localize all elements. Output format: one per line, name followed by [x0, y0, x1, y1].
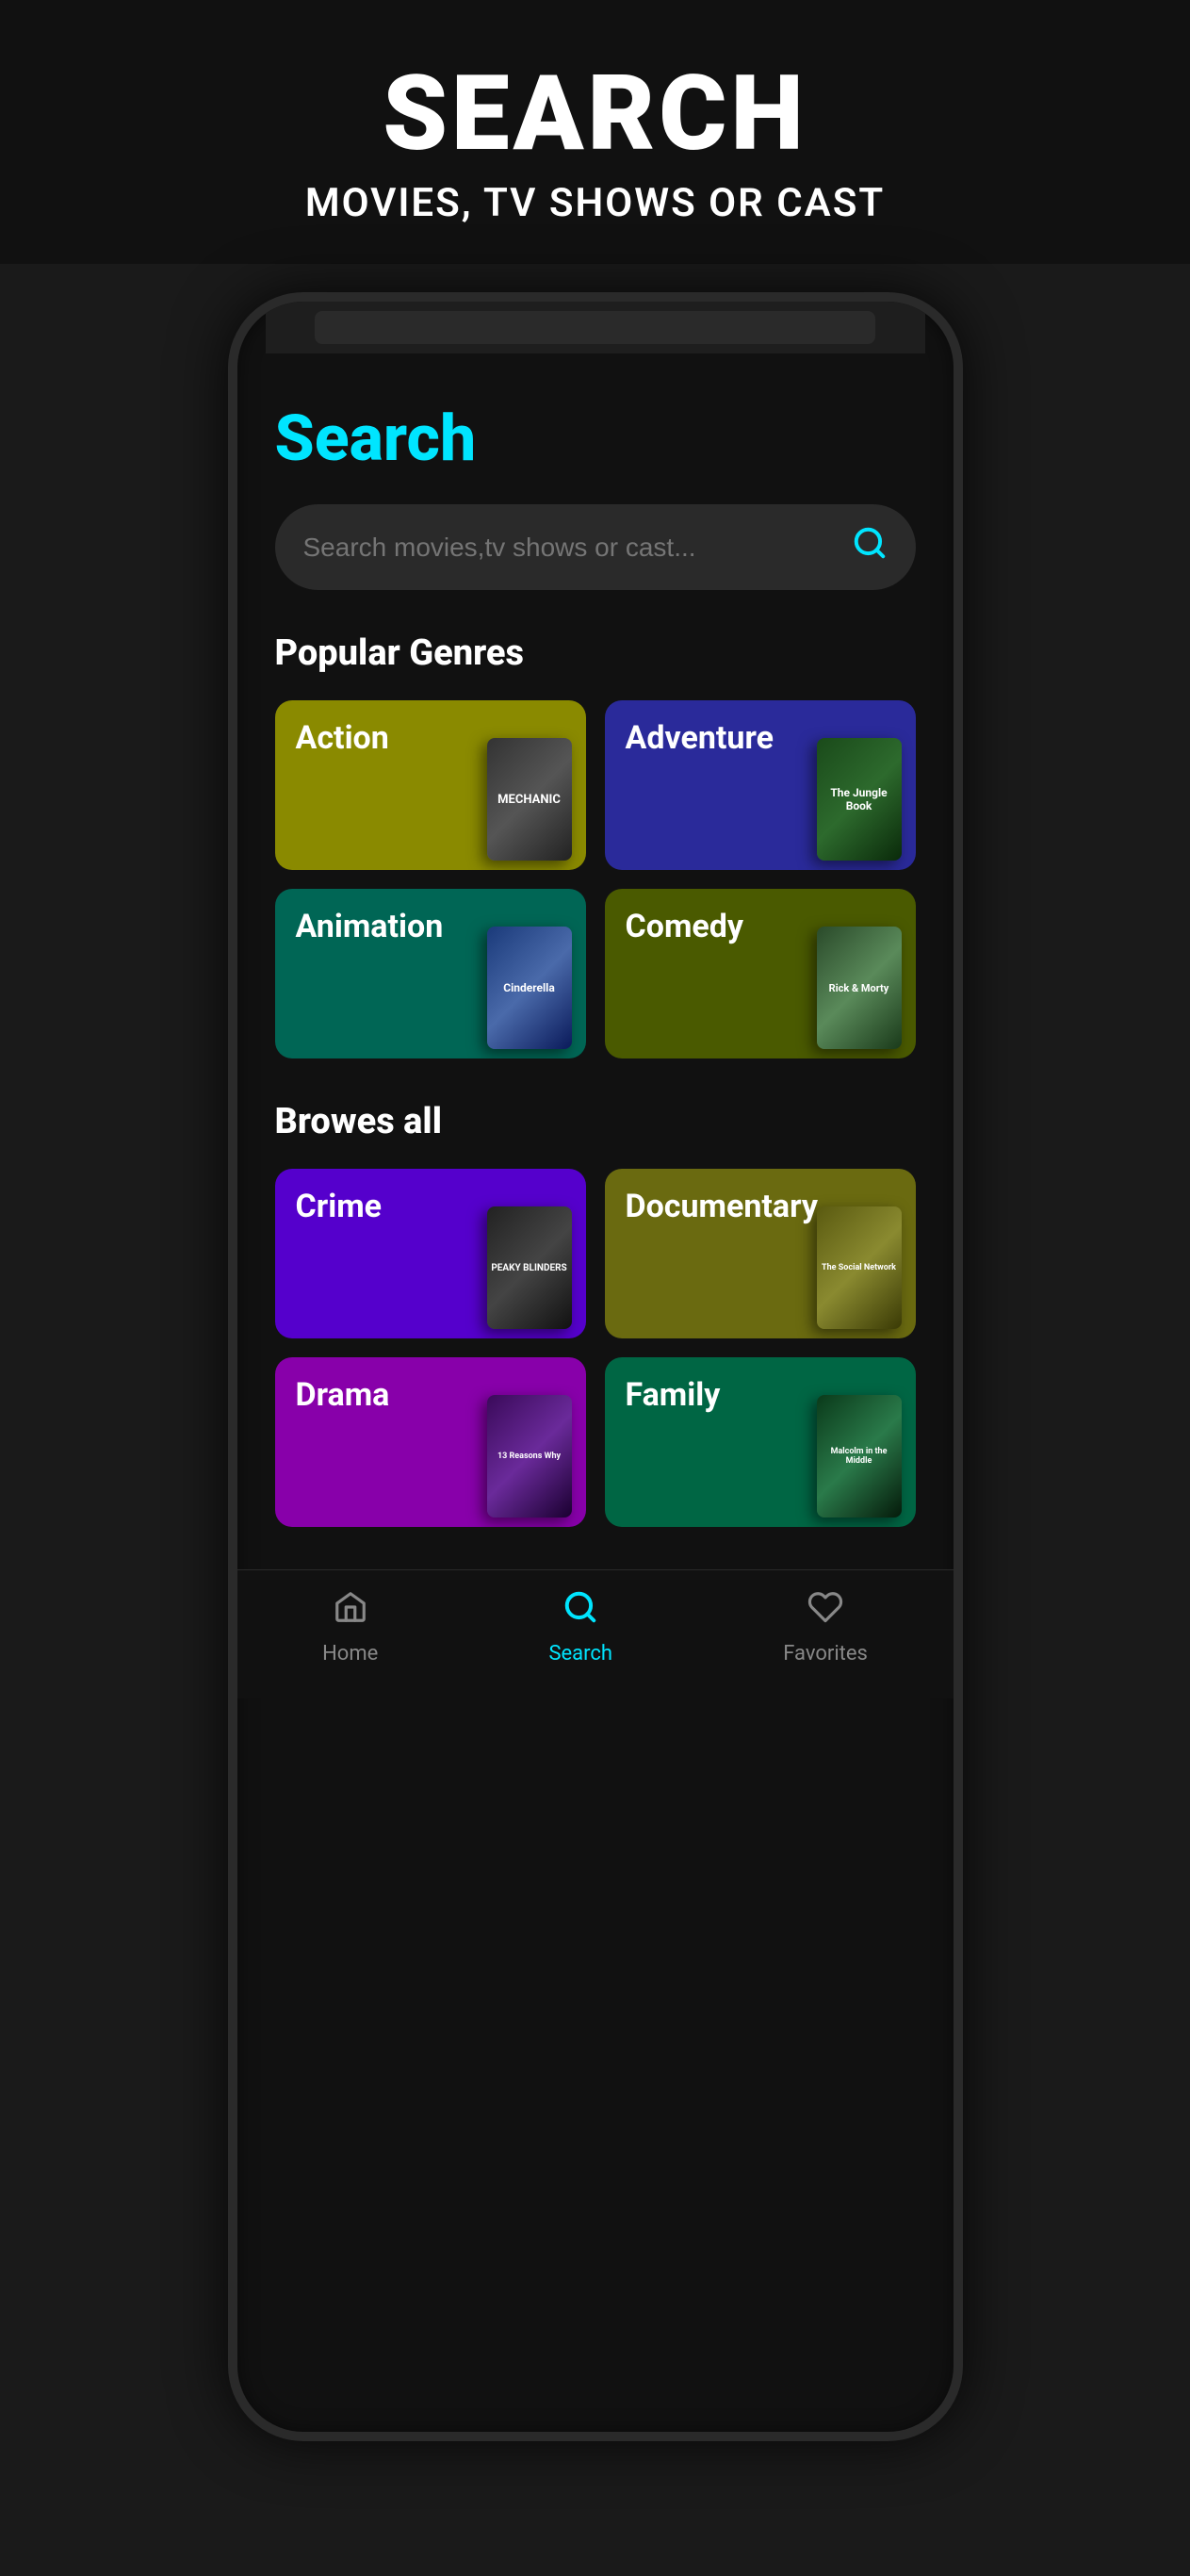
phone-frame: Search Popular Genres Action MECHANIC: [228, 292, 963, 2441]
genre-card-family[interactable]: Family Malcolm in the Middle: [605, 1357, 916, 1527]
genre-label-animation: Animation: [296, 908, 444, 945]
nav-label-favorites: Favorites: [783, 1642, 868, 1665]
search-nav-icon: [562, 1589, 598, 1634]
browse-all-title: Browes all: [275, 1101, 916, 1142]
nav-item-favorites[interactable]: Favorites: [783, 1589, 868, 1665]
genre-card-animation[interactable]: Animation Cinderella: [275, 889, 586, 1058]
genre-card-drama[interactable]: Drama 13 Reasons Why: [275, 1357, 586, 1527]
popular-genres-grid: Action MECHANIC Adventure The Jungle Boo…: [275, 700, 916, 1058]
genre-label-action: Action: [296, 719, 389, 757]
genre-label-comedy: Comedy: [626, 908, 744, 945]
genre-card-adventure[interactable]: Adventure The Jungle Book: [605, 700, 916, 870]
header-subtitle: MOVIES, TV SHOWS OR CAST: [38, 180, 1152, 226]
genre-card-comedy[interactable]: Comedy Rick & Morty: [605, 889, 916, 1058]
poster-drama: 13 Reasons Why: [487, 1395, 572, 1518]
browse-all-grid: Crime PEAKY BLINDERS Documentary The Soc…: [275, 1169, 916, 1527]
header-title: SEARCH: [38, 57, 1152, 171]
header-area: SEARCH MOVIES, TV SHOWS OR CAST: [0, 0, 1190, 264]
search-bar[interactable]: [275, 504, 916, 590]
phone-content: Search Popular Genres Action MECHANIC: [237, 363, 954, 1527]
genre-label-documentary: Documentary: [626, 1188, 818, 1225]
poster-action: MECHANIC: [487, 738, 572, 861]
search-page-title: Search: [275, 401, 916, 476]
nav-item-search[interactable]: Search: [548, 1589, 612, 1665]
genre-label-adventure: Adventure: [626, 719, 774, 757]
genre-card-action[interactable]: Action MECHANIC: [275, 700, 586, 870]
genre-label-crime: Crime: [296, 1188, 383, 1225]
home-icon: [333, 1589, 368, 1634]
status-bar-inner: [315, 311, 875, 344]
poster-documentary: The Social Network: [817, 1206, 902, 1329]
nav-label-home: Home: [322, 1642, 378, 1665]
genre-label-drama: Drama: [296, 1376, 390, 1414]
favorites-icon: [807, 1589, 843, 1634]
genre-label-family: Family: [626, 1376, 721, 1414]
poster-comedy: Rick & Morty: [817, 927, 902, 1049]
bottom-nav: Home Search Favorites: [237, 1569, 954, 1698]
search-icon[interactable]: [852, 525, 888, 569]
status-bar: [266, 302, 925, 353]
genre-card-crime[interactable]: Crime PEAKY BLINDERS: [275, 1169, 586, 1338]
genre-card-documentary[interactable]: Documentary The Social Network: [605, 1169, 916, 1338]
poster-adventure: The Jungle Book: [817, 738, 902, 861]
nav-label-search: Search: [548, 1642, 612, 1665]
popular-genres-title: Popular Genres: [275, 632, 916, 674]
nav-item-home[interactable]: Home: [322, 1589, 378, 1665]
poster-family: Malcolm in the Middle: [817, 1395, 902, 1518]
poster-animation: Cinderella: [487, 927, 572, 1049]
poster-crime: PEAKY BLINDERS: [487, 1206, 572, 1329]
search-input[interactable]: [303, 533, 852, 563]
